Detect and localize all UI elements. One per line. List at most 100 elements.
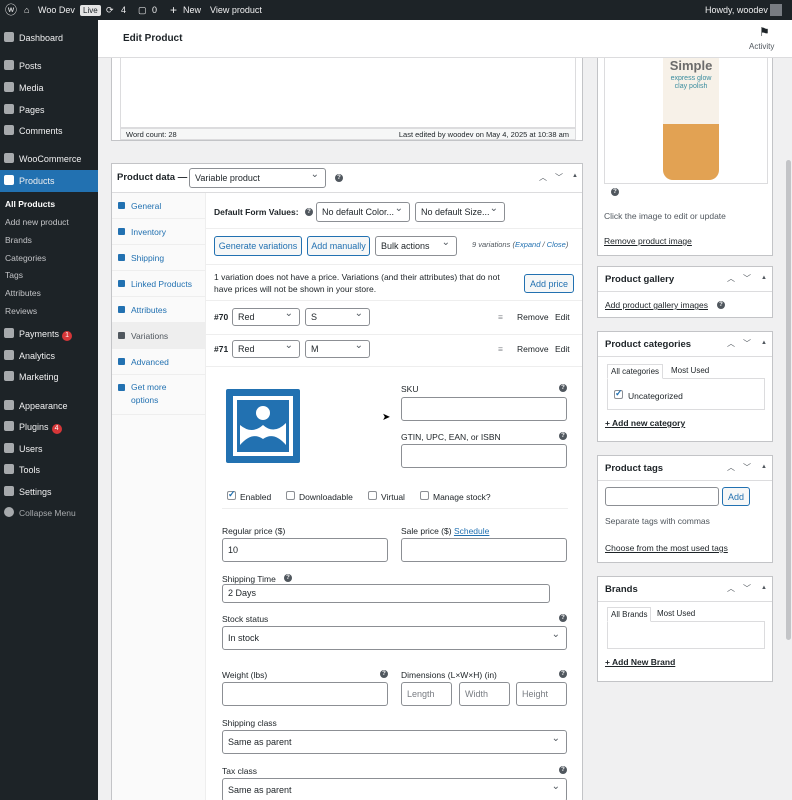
toggle-triangle-icon[interactable]: ▲ <box>572 173 578 179</box>
chevron-down-icon[interactable]: ﹀ <box>743 273 751 284</box>
activity-button[interactable]: Activity <box>749 42 774 51</box>
edit-variation-link[interactable]: Edit <box>555 312 570 322</box>
menu-products[interactable]: Products <box>0 170 98 192</box>
menu-media[interactable]: Media <box>0 77 98 99</box>
variation-color-select[interactable]: Red <box>232 340 300 358</box>
menu-users[interactable]: Users <box>0 438 98 460</box>
schedule-link[interactable]: Schedule <box>454 526 489 536</box>
help-icon[interactable]: ? <box>559 766 567 774</box>
variation-size-select[interactable]: M <box>305 340 370 358</box>
wordpress-logo-icon[interactable]: ⓦ <box>5 0 17 20</box>
chevron-up-icon[interactable]: ︿ <box>727 273 735 284</box>
help-icon[interactable]: ? <box>717 301 725 309</box>
site-name-link[interactable]: Woo Dev <box>38 0 75 20</box>
tab-shipping[interactable]: Shipping <box>112 245 206 271</box>
tab-attributes[interactable]: Attributes <box>112 297 206 323</box>
submenu-categories[interactable]: Categories <box>0 249 98 267</box>
tag-input[interactable] <box>605 487 719 506</box>
toggle-triangle-icon[interactable]: ▲ <box>761 340 767 346</box>
bulk-actions-select[interactable]: Bulk actions <box>375 236 457 256</box>
sale-price-input[interactable] <box>401 538 567 562</box>
help-icon[interactable]: ? <box>380 670 388 678</box>
shipping-class-select[interactable]: Same as parent <box>222 730 567 754</box>
add-tag-button[interactable]: Add <box>722 487 750 506</box>
virtual-checkbox[interactable] <box>368 491 377 500</box>
submenu-tags[interactable]: Tags <box>0 266 98 284</box>
height-input[interactable]: Height <box>516 682 567 706</box>
chevron-down-icon[interactable]: ﹀ <box>743 462 751 473</box>
help-icon[interactable]: ? <box>559 432 567 440</box>
toggle-triangle-icon[interactable]: ▲ <box>761 275 767 281</box>
uncategorized-checkbox[interactable] <box>614 388 623 399</box>
sku-input[interactable] <box>401 397 567 421</box>
tab-general[interactable]: General <box>112 193 206 219</box>
length-input[interactable]: Length <box>401 682 452 706</box>
edit-variation-link[interactable]: Edit <box>555 344 570 354</box>
tax-class-select[interactable]: Same as parent <box>222 778 567 800</box>
regular-price-input[interactable]: 10 <box>222 538 388 562</box>
page-scrollbar[interactable] <box>786 160 791 640</box>
flag-icon[interactable]: ⚑ <box>759 25 770 39</box>
toggle-triangle-icon[interactable]: ▲ <box>761 464 767 470</box>
help-icon[interactable]: ? <box>559 614 567 622</box>
editor-textarea[interactable] <box>120 58 576 128</box>
remove-variation-link[interactable]: Remove <box>517 312 549 322</box>
chevron-up-icon[interactable]: ︿ <box>727 338 735 349</box>
tab-inventory[interactable]: Inventory <box>112 219 206 245</box>
menu-marketing[interactable]: Marketing <box>0 366 98 388</box>
submenu-add-new-product[interactable]: Add new product <box>0 213 98 231</box>
avatar[interactable] <box>770 4 782 16</box>
menu-tools[interactable]: Tools <box>0 459 98 481</box>
help-icon[interactable]: ? <box>559 670 567 678</box>
add-gallery-images-link[interactable]: Add product gallery images <box>605 300 708 310</box>
comments-count[interactable]: 0 <box>152 0 157 20</box>
tab-advanced[interactable]: Advanced <box>112 349 206 375</box>
default-color-select[interactable]: No default Color... <box>316 202 410 222</box>
remove-product-image-link[interactable]: Remove product image <box>604 236 692 246</box>
tab-variations[interactable]: Variations <box>112 323 206 349</box>
plus-icon[interactable]: + <box>170 0 177 20</box>
tab-get-more-options[interactable]: Get more options <box>112 375 206 415</box>
add-manually-button[interactable]: Add manually <box>307 236 370 256</box>
downloadable-checkbox[interactable] <box>286 491 295 500</box>
tab-linked-products[interactable]: Linked Products <box>112 271 206 297</box>
tab-all-brands[interactable]: All Brands <box>607 607 652 622</box>
menu-appearance[interactable]: Appearance <box>0 395 98 417</box>
menu-collapse[interactable]: Collapse Menu <box>0 502 98 524</box>
howdy-link[interactable]: Howdy, woodev <box>705 0 768 20</box>
chevron-up-icon[interactable]: ︿ <box>727 583 735 594</box>
add-price-button[interactable]: Add price <box>524 274 574 293</box>
chevron-up-icon[interactable]: ︿ <box>727 462 735 473</box>
add-new-brand-link[interactable]: + Add New Brand <box>605 657 675 667</box>
drag-handle-icon[interactable]: ≡ <box>498 312 503 322</box>
menu-woocommerce[interactable]: WooCommerce <box>0 148 98 170</box>
submenu-brands[interactable]: Brands <box>0 231 98 249</box>
menu-pages[interactable]: Pages <box>0 99 98 121</box>
help-icon[interactable]: ? <box>335 174 343 182</box>
shipping-time-input[interactable]: 2 Days <box>222 584 550 603</box>
updates-icon[interactable]: ⟳ <box>106 0 114 20</box>
help-icon[interactable]: ? <box>284 574 292 582</box>
tab-most-used-brands[interactable]: Most Used <box>657 609 695 618</box>
menu-settings[interactable]: Settings <box>0 481 98 503</box>
variation-color-select[interactable]: Red <box>232 308 300 326</box>
default-size-select[interactable]: No default Size... <box>415 202 505 222</box>
view-product-link[interactable]: View product <box>210 0 262 20</box>
tab-all-categories[interactable]: All categories <box>607 364 664 379</box>
chevron-up-icon[interactable]: ︿ <box>539 172 547 183</box>
submenu-reviews[interactable]: Reviews <box>0 302 98 320</box>
updates-count[interactable]: 4 <box>121 0 126 20</box>
variation-image-placeholder-icon[interactable] <box>226 389 300 463</box>
stock-status-select[interactable]: In stock <box>222 626 567 650</box>
close-link[interactable]: Close <box>547 240 566 249</box>
enabled-checkbox[interactable] <box>227 489 236 500</box>
tab-most-used-categories[interactable]: Most Used <box>671 366 709 375</box>
add-new-category-link[interactable]: + Add new category <box>605 418 685 428</box>
menu-posts[interactable]: Posts <box>0 55 98 77</box>
menu-payments[interactable]: Payments 1 <box>0 323 98 345</box>
manage-stock-checkbox[interactable] <box>420 491 429 500</box>
generate-variations-button[interactable]: Generate variations <box>214 236 302 256</box>
product-type-select[interactable]: Variable product <box>189 168 326 188</box>
menu-comments[interactable]: Comments <box>0 120 98 142</box>
drag-handle-icon[interactable]: ≡ <box>498 344 503 354</box>
